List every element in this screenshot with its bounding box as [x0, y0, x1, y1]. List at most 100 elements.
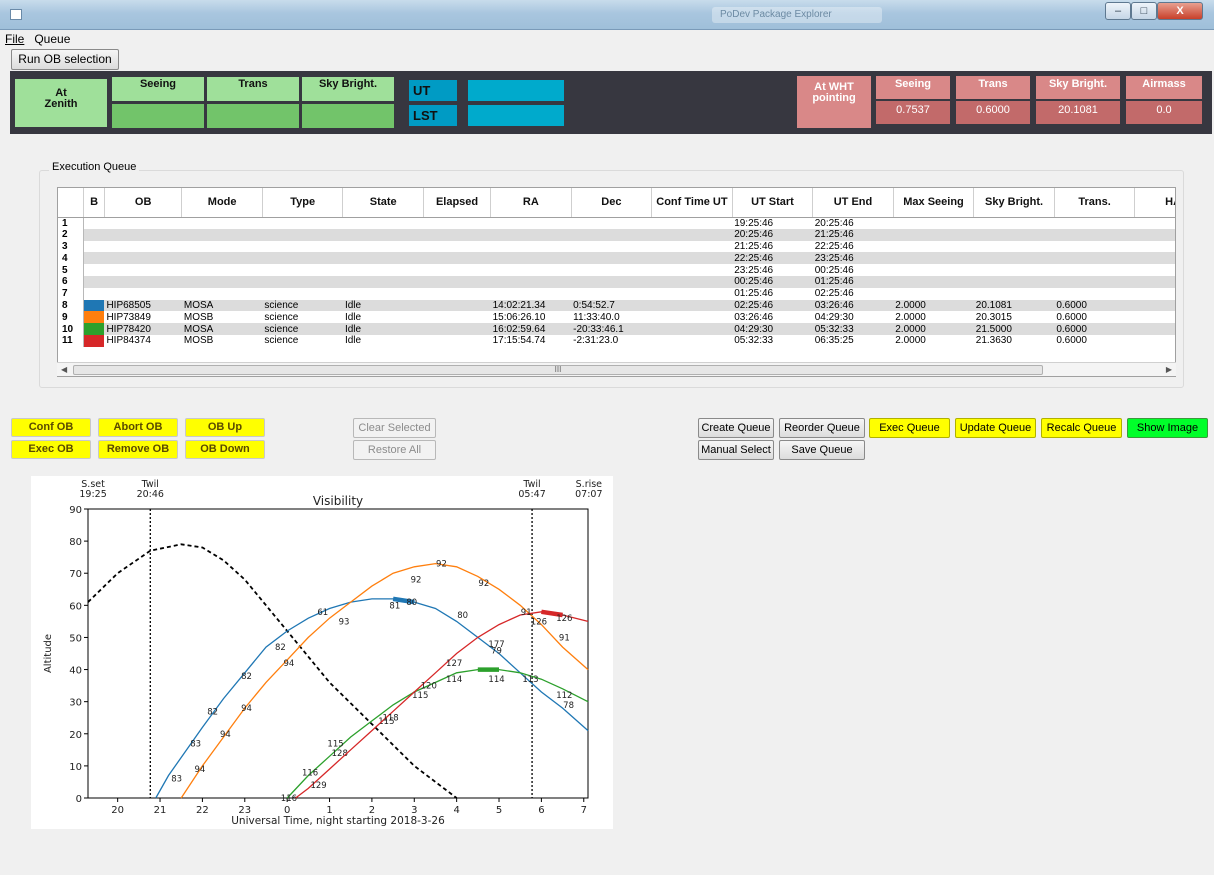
- table-row[interactable]: 6 00:25:46 01:25:46: [58, 275, 1175, 288]
- menu-queue[interactable]: Queue: [29, 30, 75, 48]
- ob-down-button[interactable]: OB Down: [185, 440, 265, 459]
- moon-distance-label: 126: [531, 617, 547, 627]
- column-header[interactable]: UT End: [812, 188, 894, 218]
- table-cell-ut-start: 23:25:46: [734, 264, 774, 276]
- table-row[interactable]: 9 HIP73849 MOSB science Idle 15:06:26.10 11:33…: [58, 311, 1175, 324]
- table-row[interactable]: 1 19:25:46 20:25:46: [58, 217, 1175, 229]
- clear-selected-button[interactable]: Clear Selected: [353, 418, 436, 438]
- column-header[interactable]: Trans.: [1054, 188, 1136, 218]
- column-header[interactable]: Elapsed: [423, 188, 492, 218]
- table-row[interactable]: 7 01:25:46 02:25:46: [58, 287, 1175, 300]
- manual-select-button[interactable]: Manual Select: [698, 440, 774, 460]
- table-cell-ut-end: 00:25:46: [814, 264, 854, 276]
- wht-trans-value: 0.6000: [956, 101, 1030, 124]
- abort-ob-button[interactable]: Abort OB: [98, 418, 178, 437]
- table-cell-trans: [1054, 288, 1135, 300]
- y-tick-label: 90: [69, 505, 82, 516]
- table-row[interactable]: 10 HIP78420 MOSA science Idle 16:02:59.64 -20:…: [58, 323, 1175, 335]
- table-cell-empty: [651, 323, 733, 335]
- column-header[interactable]: Max Seeing: [893, 188, 975, 218]
- moon-distance-label: 83: [171, 775, 182, 785]
- table-cell-seeing: [893, 241, 974, 253]
- save-queue-button[interactable]: Save Queue: [779, 440, 865, 460]
- moon-distance-label: 120: [421, 682, 437, 692]
- table-cell-type: science: [264, 335, 299, 347]
- column-header[interactable]: HA0: [1134, 188, 1175, 218]
- table-row[interactable]: 2 20:25:46 21:25:46: [58, 228, 1175, 241]
- show-image-button[interactable]: Show Image: [1127, 418, 1208, 438]
- maximize-button[interactable]: □: [1131, 2, 1157, 20]
- run-ob-selection-button[interactable]: Run OB selection: [11, 49, 119, 70]
- table-cell-seeing: [893, 264, 974, 276]
- table-cell-trans: [1054, 275, 1135, 288]
- table-horizontal-scrollbar[interactable]: ◀ III ▶: [57, 362, 1176, 376]
- column-header[interactable]: UT Start: [732, 188, 814, 218]
- table-cell-ut-end: 02:25:46: [814, 288, 854, 300]
- table-cell-seeing: [893, 288, 974, 300]
- conf-ob-button[interactable]: Conf OB: [11, 418, 91, 437]
- table-row[interactable]: 11 HIP84374 MOSB science Idle 17:15:54.74 -2:3…: [58, 334, 1175, 347]
- table-cell-ut-end: 22:25:46: [814, 240, 854, 252]
- wht-airmass-header: Airmass: [1126, 76, 1202, 99]
- minimize-button[interactable]: –: [1105, 2, 1131, 20]
- column-header[interactable]: Dec: [571, 188, 653, 218]
- table-cell-mode: [181, 275, 263, 288]
- y-tick-label: 20: [69, 730, 82, 741]
- column-header[interactable]: State: [342, 188, 424, 218]
- column-header[interactable]: B: [83, 188, 105, 218]
- lst-label: LST: [409, 105, 457, 126]
- table-cell-mode: MOSB: [183, 335, 214, 347]
- table-cell-ob: HIP73849: [106, 311, 151, 323]
- recalc-queue-button[interactable]: Recalc Queue: [1041, 418, 1122, 438]
- column-header[interactable]: Sky Bright.: [973, 188, 1055, 218]
- row-color-swatch: [83, 275, 105, 288]
- y-tick-label: 60: [69, 601, 82, 612]
- table-cell-dec: 11:33:40.0: [573, 311, 620, 323]
- table-cell-sky: [974, 217, 1055, 229]
- lst-value: [468, 105, 564, 126]
- exec-ob-button[interactable]: Exec OB: [11, 440, 91, 459]
- update-queue-button[interactable]: Update Queue: [955, 418, 1036, 438]
- reorder-queue-button[interactable]: Reorder Queue: [779, 418, 865, 438]
- table-cell-ut-end: 23:25:46: [812, 252, 894, 265]
- table-cell-trans: [1054, 217, 1135, 229]
- moon-distance-label: 113: [522, 675, 538, 685]
- table-cell-empty: [423, 288, 490, 300]
- scroll-right-icon[interactable]: ▶: [1166, 363, 1172, 377]
- column-header[interactable]: Type: [262, 188, 344, 218]
- scroll-thumb[interactable]: III: [73, 365, 1043, 375]
- table-cell-dec: [571, 264, 652, 276]
- exec-queue-button[interactable]: Exec Queue: [869, 418, 950, 438]
- column-header[interactable]: [58, 188, 85, 218]
- menu-file[interactable]: File: [0, 30, 29, 48]
- ob-up-button[interactable]: OB Up: [185, 418, 265, 437]
- close-button[interactable]: X: [1157, 2, 1203, 20]
- remove-ob-button[interactable]: Remove OB: [98, 440, 178, 459]
- column-header[interactable]: Conf Time UT: [651, 188, 733, 218]
- create-queue-button[interactable]: Create Queue: [698, 418, 774, 438]
- row-number: 8: [58, 299, 85, 312]
- table-row[interactable]: 4 22:25:46 23:25:46: [58, 252, 1175, 265]
- zenith-sky-header: Sky Bright.: [302, 77, 394, 101]
- table-cell-ra: [490, 252, 572, 265]
- table-cell-trans: 0.6000: [1056, 311, 1087, 323]
- column-header[interactable]: OB: [104, 188, 183, 218]
- scroll-left-icon[interactable]: ◀: [61, 363, 67, 377]
- table-cell-seeing: [893, 217, 974, 229]
- table-row[interactable]: 8 HIP68505 MOSA science Idle 14:02:21.34 0:54:…: [58, 299, 1175, 312]
- table-cell-ut-end: 01:25:46: [812, 275, 894, 288]
- table-cell-ut-end: 21:25:46: [812, 228, 894, 241]
- table-cell-empty: [423, 311, 490, 323]
- table-row[interactable]: 3 21:25:46 22:25:46: [58, 240, 1175, 253]
- table-cell-dec: [571, 217, 652, 229]
- table-cell-ra: [491, 241, 572, 253]
- column-header[interactable]: RA: [490, 188, 572, 218]
- column-header[interactable]: Mode: [181, 188, 263, 218]
- table-cell-empty: [652, 241, 733, 253]
- table-row[interactable]: 5 23:25:46 00:25:46: [58, 264, 1175, 276]
- y-axis-label: Altitude: [43, 634, 54, 673]
- table-cell-ra: [491, 264, 572, 276]
- restore-all-button[interactable]: Restore All: [353, 440, 436, 460]
- table-cell-empty: [423, 275, 491, 288]
- table-cell-mode: [181, 228, 263, 241]
